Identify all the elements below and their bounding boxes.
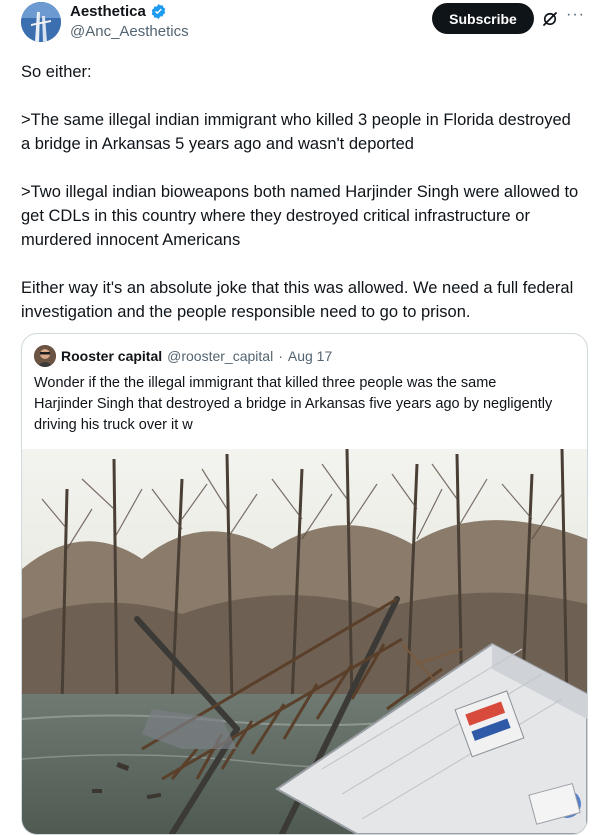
quoted-handle[interactable]: @rooster_capital <box>167 348 273 364</box>
avatar-image <box>21 2 61 42</box>
grok-icon[interactable] <box>541 10 559 28</box>
quoted-author-avatar[interactable] <box>34 345 56 367</box>
subscribe-button[interactable]: Subscribe <box>432 3 534 34</box>
quoted-tweet-text: Wonder if the the illegal immigrant that… <box>34 375 553 433</box>
quoted-media-image[interactable] <box>22 449 587 834</box>
author-display-name[interactable]: Aesthetica <box>70 3 146 20</box>
author-name-row: Aesthetica <box>70 3 167 20</box>
verified-badge-icon <box>151 4 166 19</box>
author-avatar[interactable] <box>21 2 61 42</box>
quoted-display-name[interactable]: Rooster capital <box>61 348 162 364</box>
tweet-text: So either: >The same illegal indian immi… <box>21 63 579 321</box>
quoted-avatar-image <box>34 345 56 367</box>
author-handle[interactable]: @Anc_Aesthetics <box>70 23 189 40</box>
quoted-tweet[interactable]: Rooster capital @rooster_capital · Aug 1… <box>21 333 588 835</box>
more-icon[interactable]: ··· <box>566 6 585 24</box>
quoted-separator: · <box>278 348 283 364</box>
quoted-tweet-header: Rooster capital @rooster_capital · Aug 1… <box>34 345 332 367</box>
quoted-date[interactable]: Aug 17 <box>288 348 332 364</box>
